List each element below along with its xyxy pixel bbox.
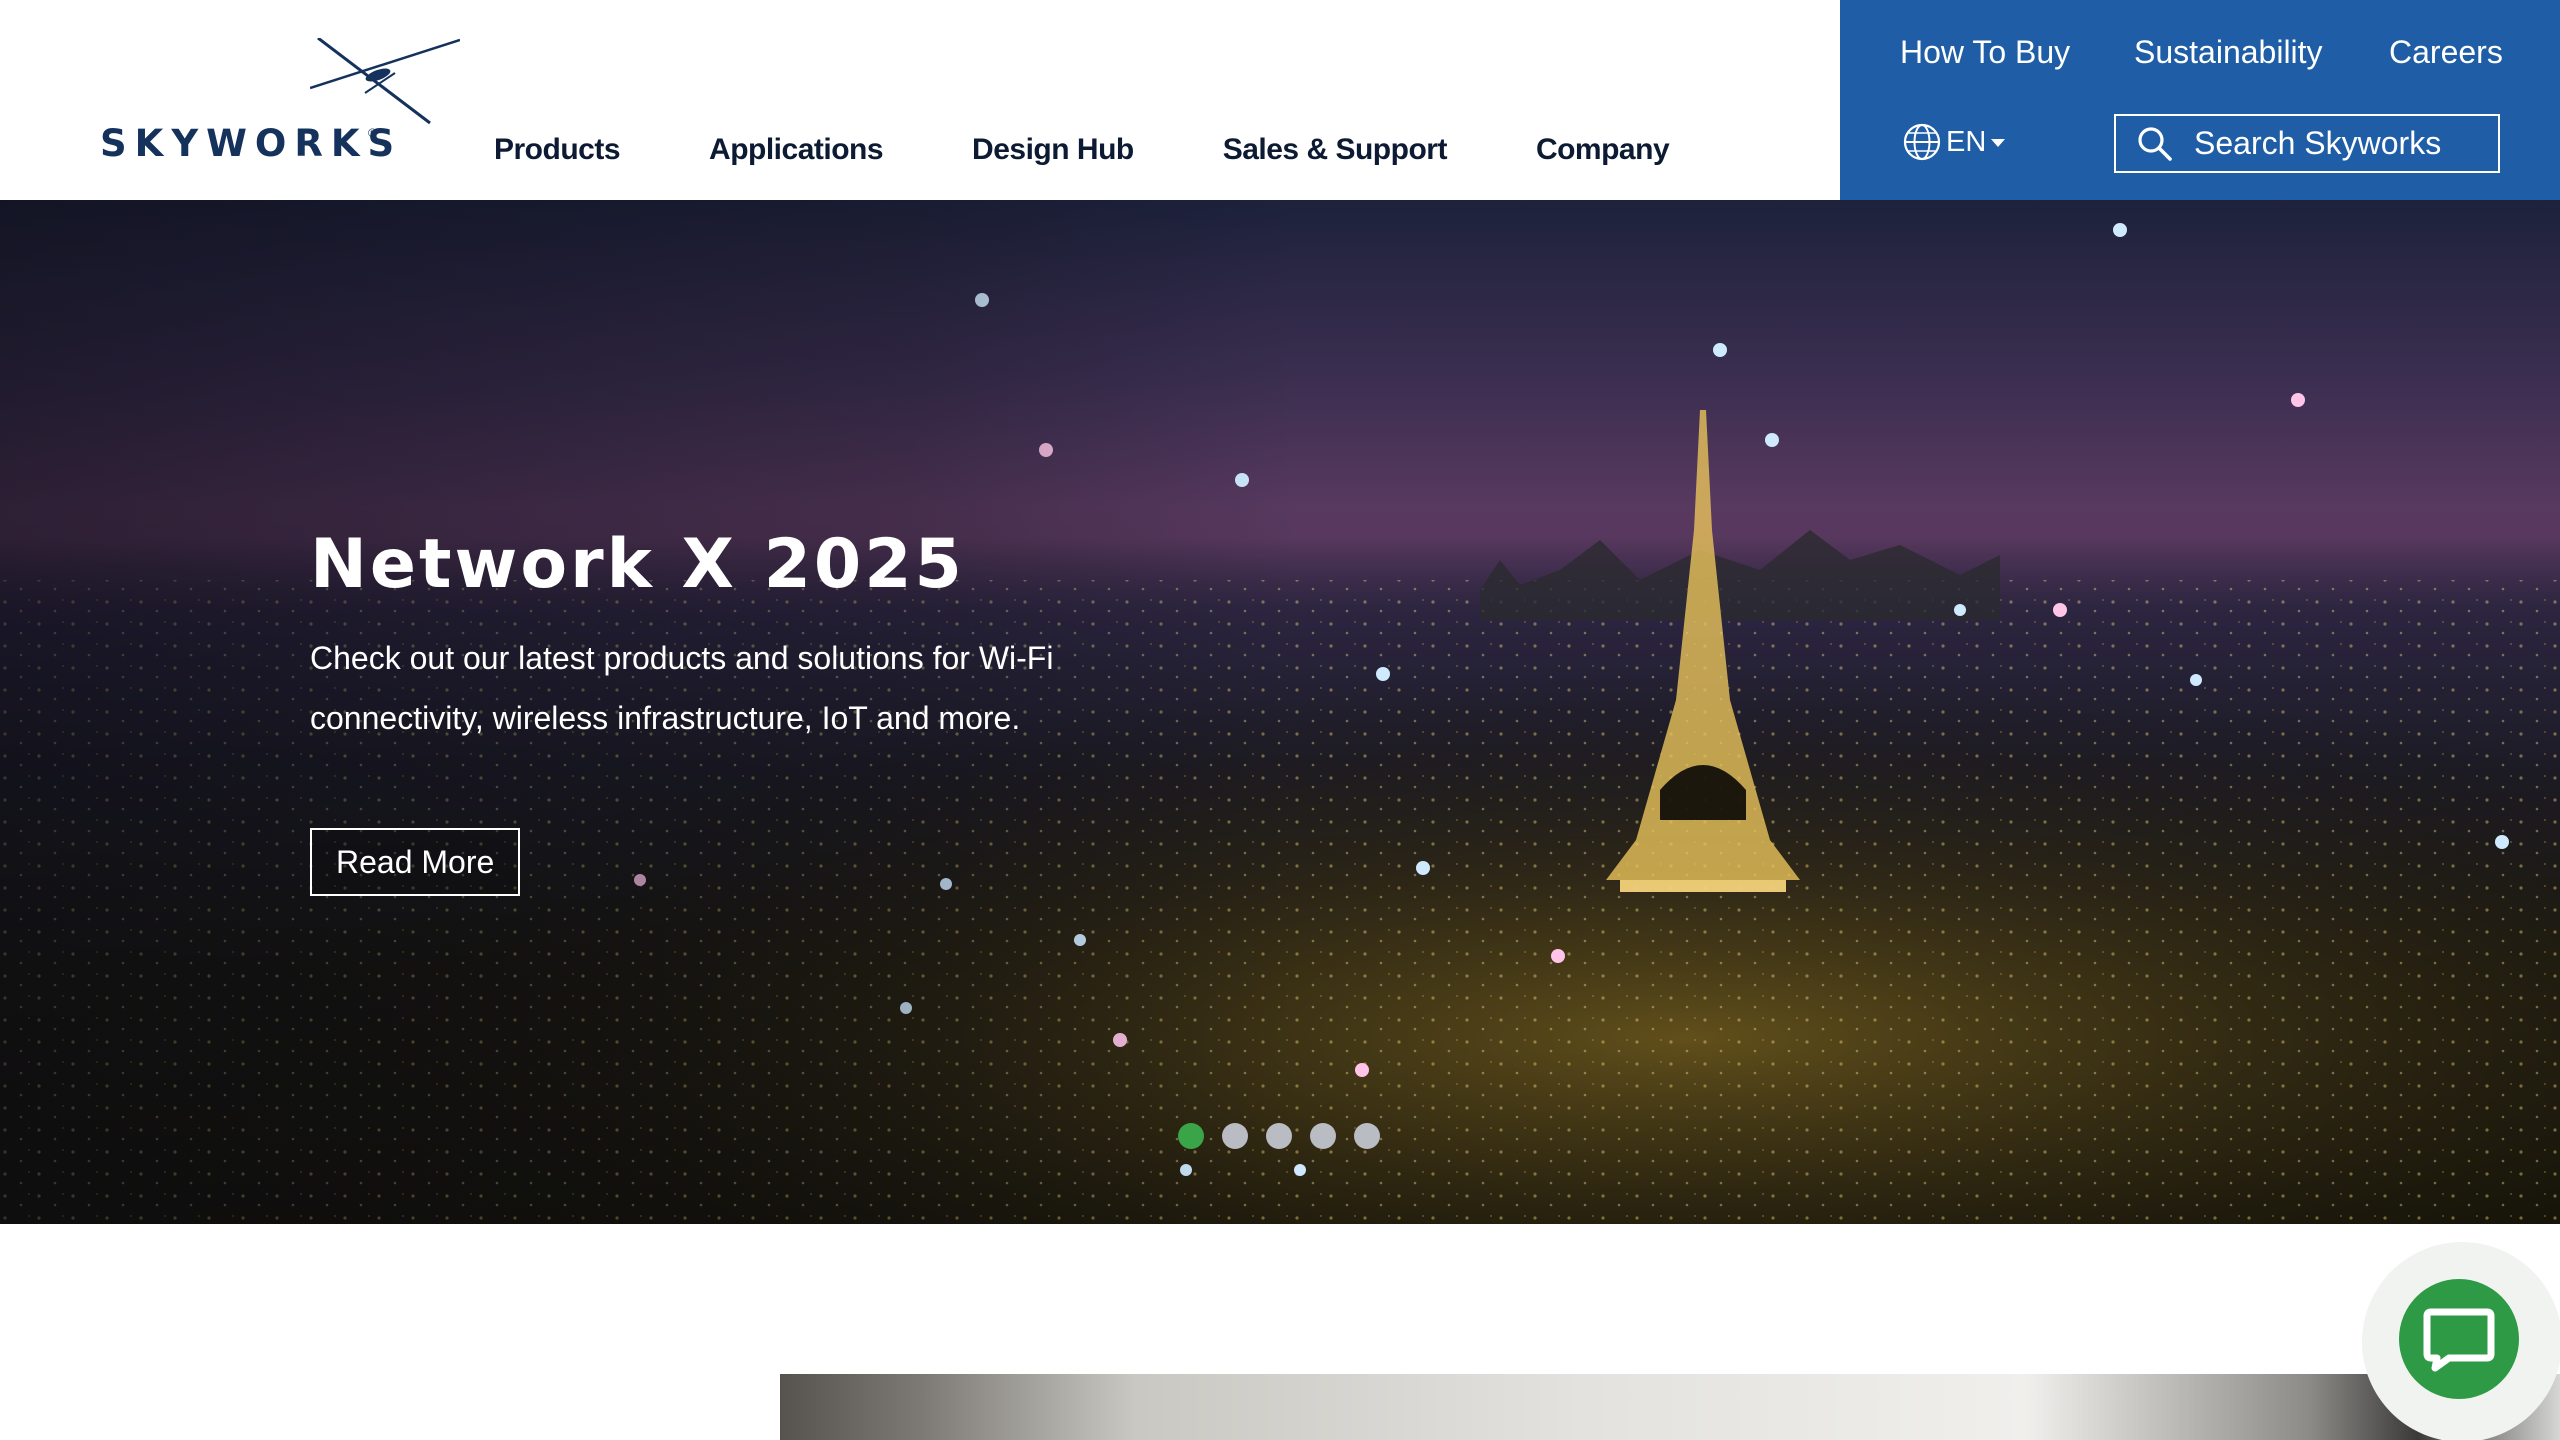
carousel-dot-3[interactable] [1266, 1123, 1292, 1149]
carousel-dot-5[interactable] [1354, 1123, 1380, 1149]
read-more-button[interactable]: Read More [310, 828, 521, 896]
nav-sales-support[interactable]: Sales & Support [1223, 133, 1448, 167]
utility-panel: How To Buy Sustainability Careers EN [1840, 0, 2560, 200]
language-selector[interactable]: EN [1902, 122, 2006, 162]
logo-wordmark: SKYWORKS [100, 122, 403, 165]
site-header: SKYWORKS ® Products Applications Design … [0, 0, 2560, 200]
search-icon [2138, 126, 2172, 161]
registered-mark: ® [368, 126, 377, 140]
nav-products[interactable]: Products [494, 133, 621, 167]
nav-company[interactable]: Company [1536, 133, 1670, 167]
hero-description: Check out our latest products and soluti… [310, 640, 1054, 736]
hero-title: Network X 2025 [310, 525, 965, 604]
nav-design-hub[interactable]: Design Hub [972, 133, 1134, 167]
carousel-dot-1[interactable] [1178, 1123, 1204, 1149]
search-input[interactable] [2194, 125, 2494, 162]
chat-button[interactable] [2399, 1279, 2519, 1399]
nav-applications[interactable]: Applications [709, 133, 884, 167]
carousel-dots [1178, 1123, 1398, 1149]
carousel-dot-4[interactable] [1310, 1123, 1336, 1149]
language-label: EN [1946, 125, 1987, 158]
sustainability-link[interactable]: Sustainability [2134, 34, 2323, 71]
content-section [0, 1224, 2560, 1440]
main-navigation: Products Applications Design Hub Sales &… [460, 127, 1670, 173]
globe-icon [1903, 123, 1941, 161]
carousel-dot-2[interactable] [1222, 1123, 1248, 1149]
caret-down-icon [1991, 139, 2006, 147]
hero-carousel: Network X 2025 Check out our latest prod… [0, 200, 2560, 1224]
chat-icon [2423, 1308, 2495, 1372]
skyworks-logo[interactable]: SKYWORKS ® [100, 38, 460, 165]
promo-image [780, 1374, 2560, 1440]
search-box[interactable] [2114, 114, 2500, 173]
how-to-buy-link[interactable]: How To Buy [1900, 34, 2070, 71]
careers-link[interactable]: Careers [2389, 34, 2503, 71]
